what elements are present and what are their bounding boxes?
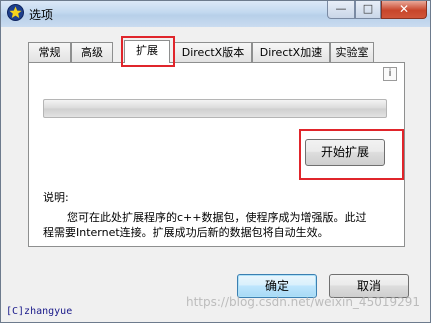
tab-lab[interactable]: 实验室 [330,42,374,62]
tab-advanced[interactable]: 高级 [71,42,113,62]
app-logo-icon [7,4,24,21]
tab-directx-version[interactable]: DirectX版本 [174,42,252,62]
minimize-button[interactable]: — [327,1,355,19]
close-icon: ✕ [398,2,410,16]
description-text: 您可在此处扩展程序的c++数据包，使程序成为增强版。此过程需要Internet连… [43,211,367,239]
maximize-button[interactable]: □ [355,1,381,19]
title-bar[interactable]: 选项 — □ ✕ [1,1,430,27]
watermark-text: https://blog.csdn.net/weixin_45019291 [186,295,421,309]
highlight-box-tab [121,36,175,67]
close-button[interactable]: ✕ [381,1,427,19]
description-label: 说明: [43,191,69,204]
progress-bar [43,99,387,118]
tab-directx-acceleration[interactable]: DirectX加速 [252,42,330,62]
window-title: 选项 [29,8,54,22]
tab-general[interactable]: 常规 [28,42,71,62]
highlight-box-start-button [299,129,404,180]
info-icon[interactable]: i [383,67,397,81]
options-dialog: 选项 — □ ✕ 常规 高级 扩展 DirectX版本 DirectX加速 实验… [0,0,431,323]
minimize-icon: — [335,2,347,15]
maximize-icon: □ [362,2,374,15]
credit-text: [C]zhangyue [6,306,73,317]
